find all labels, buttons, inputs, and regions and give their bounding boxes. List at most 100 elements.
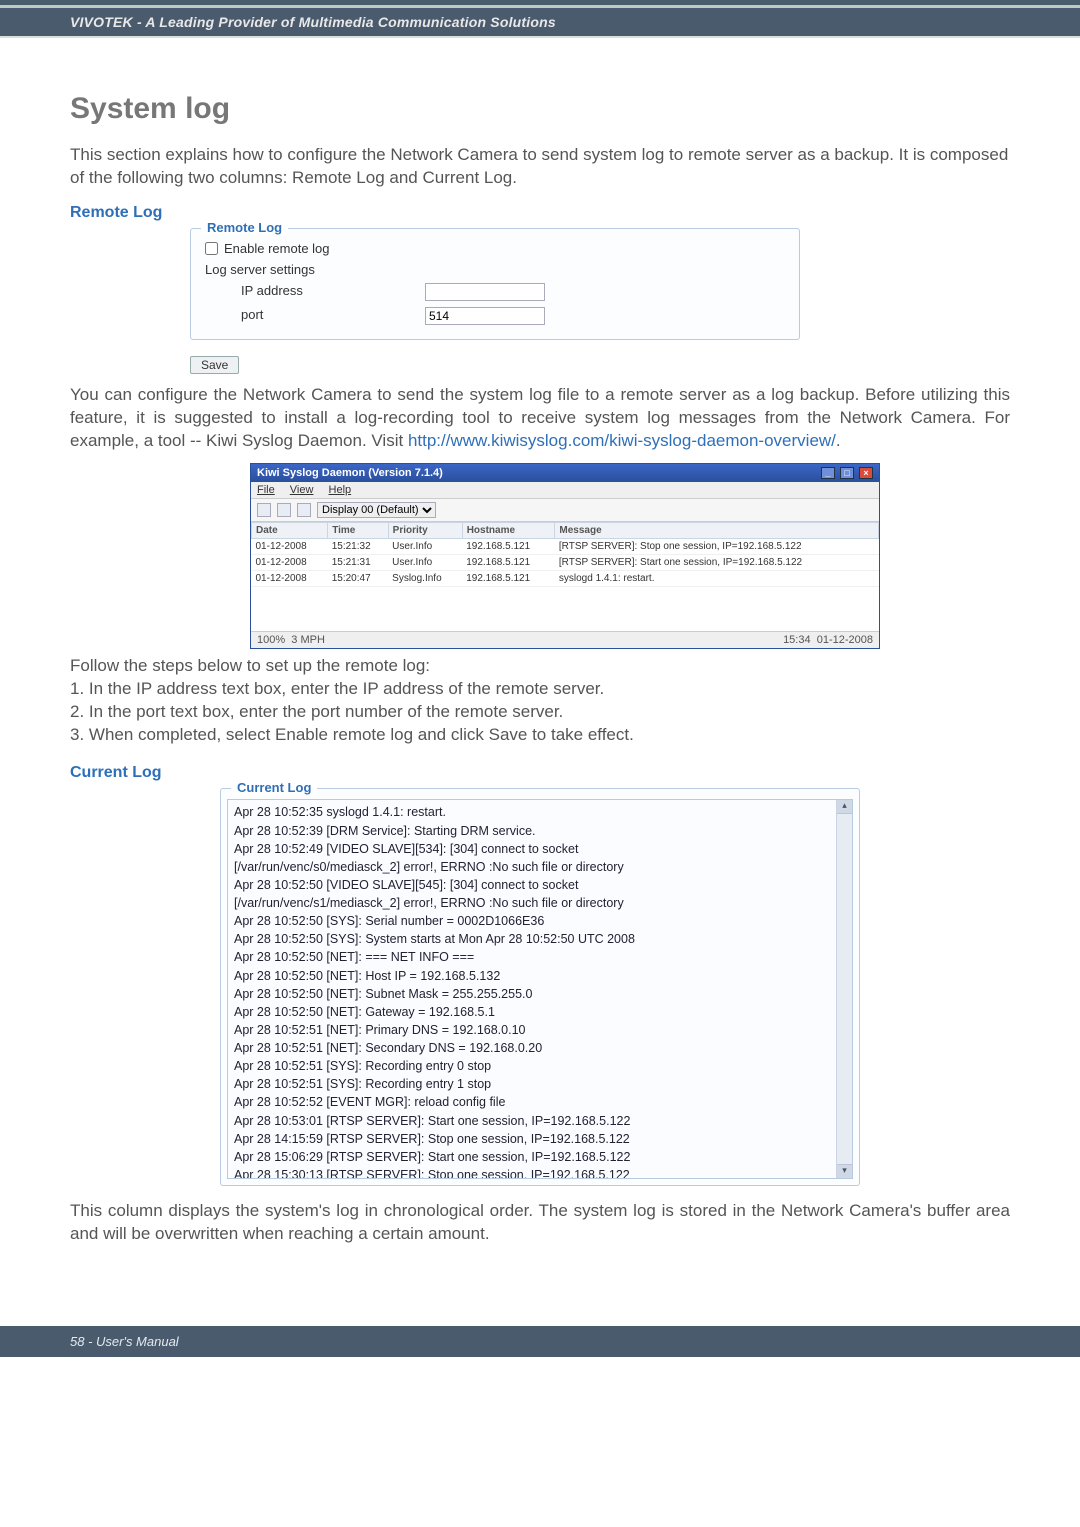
log-server-settings-label: Log server settings [205, 262, 425, 277]
ip-address-input[interactable] [425, 283, 545, 301]
current-log-description: This column displays the system's log in… [70, 1200, 1010, 1246]
cell: syslogd 1.4.1: restart. [555, 570, 879, 586]
toolbar-icon-2[interactable] [277, 503, 291, 517]
brand-text: VIVOTEK - A Leading Provider of Multimed… [70, 14, 556, 30]
log-line: Apr 28 15:30:13 [RTSP SERVER]: Stop one … [234, 1166, 846, 1180]
remote-log-legend: Remote Log [201, 220, 288, 235]
enable-remote-log-checkbox[interactable] [205, 242, 218, 255]
log-line: Apr 28 10:52:51 [SYS]: Recording entry 0… [234, 1057, 846, 1075]
current-log-heading: Current Log [70, 764, 1010, 782]
status-mid: 3 MPH [291, 634, 325, 646]
footer-text: 58 - User's Manual [70, 1334, 179, 1349]
toolbar-icon-1[interactable] [257, 503, 271, 517]
kiwi-table: Date Time Priority Hostname Message 01-1… [251, 522, 879, 587]
current-log-box: Apr 28 10:52:35 syslogd 1.4.1: restart.A… [227, 799, 853, 1179]
log-line: Apr 28 10:52:50 [SYS]: System starts at … [234, 930, 846, 948]
log-line: Apr 28 10:52:52 [EVENT MGR]: reload conf… [234, 1093, 846, 1111]
remote-log-panel: Remote Log Enable remote log Log server … [190, 228, 800, 340]
col-date: Date [252, 522, 328, 538]
step-1: 1. In the IP address text box, enter the… [70, 678, 1010, 701]
kiwi-body: Date Time Priority Hostname Message 01-1… [251, 522, 879, 632]
steps-block: Follow the steps below to set up the rem… [70, 655, 1010, 747]
current-log-fieldset: Current Log Apr 28 10:52:35 syslogd 1.4.… [220, 788, 860, 1186]
table-row: 01-12-2008 15:21:32 User.Info 192.168.5.… [252, 538, 879, 554]
log-line: Apr 28 10:52:49 [VIDEO SLAVE][534]: [304… [234, 840, 846, 858]
log-line: [/var/run/venc/s1/mediasck_2] error!, ER… [234, 894, 846, 912]
cell: Syslog.Info [388, 570, 462, 586]
menu-help[interactable]: Help [329, 484, 352, 496]
current-log-panel: Current Log Apr 28 10:52:35 syslogd 1.4.… [220, 788, 860, 1186]
minimize-icon[interactable]: _ [821, 467, 835, 479]
table-row: 01-12-2008 15:20:47 Syslog.Info 192.168.… [252, 570, 879, 586]
close-icon[interactable]: × [859, 467, 873, 479]
log-line: Apr 28 10:52:50 [VIDEO SLAVE][545]: [304… [234, 876, 846, 894]
kiwi-statusbar: 100% 3 MPH 15:34 01-12-2008 [251, 632, 879, 648]
kiwi-link[interactable]: http://www.kiwisyslog.com/kiwi-syslog-da… [408, 431, 836, 450]
log-line: Apr 28 10:52:51 [NET]: Secondary DNS = 1… [234, 1039, 846, 1057]
scroll-up-icon[interactable]: ▴ [837, 800, 852, 814]
log-line: Apr 28 10:52:50 [SYS]: Serial number = 0… [234, 912, 846, 930]
steps-intro: Follow the steps below to set up the rem… [70, 655, 1010, 678]
menu-file[interactable]: File [257, 484, 275, 496]
log-line: Apr 28 10:53:01 [RTSP SERVER]: Start one… [234, 1112, 846, 1130]
enable-remote-log-row: Enable remote log [205, 241, 425, 256]
cell: [RTSP SERVER]: Stop one session, IP=192.… [555, 538, 879, 554]
cell: 15:21:31 [328, 554, 388, 570]
col-time: Time [328, 522, 388, 538]
log-line: Apr 28 10:52:50 [NET]: Host IP = 192.168… [234, 967, 846, 985]
col-priority: Priority [388, 522, 462, 538]
cell: 192.168.5.121 [462, 538, 555, 554]
cell: 01-12-2008 [252, 570, 328, 586]
current-log-lines: Apr 28 10:52:35 syslogd 1.4.1: restart.A… [228, 800, 852, 1179]
intro-paragraph: This section explains how to configure t… [70, 144, 1010, 190]
ip-address-label: IP address [205, 283, 425, 301]
log-line: Apr 28 14:15:59 [RTSP SERVER]: Stop one … [234, 1130, 846, 1148]
kiwi-toolbar: Display 00 (Default) [251, 499, 879, 522]
col-message: Message [555, 522, 879, 538]
cell: [RTSP SERVER]: Start one session, IP=192… [555, 554, 879, 570]
log-line: Apr 28 10:52:50 [NET]: Gateway = 192.168… [234, 1003, 846, 1021]
log-line: Apr 28 10:52:51 [NET]: Primary DNS = 192… [234, 1021, 846, 1039]
display-select[interactable]: Display 00 (Default) [317, 502, 436, 518]
remote-log-description: You can configure the Network Camera to … [70, 384, 1010, 453]
kiwi-syslog-window: Kiwi Syslog Daemon (Version 7.1.4) _ □ ×… [250, 463, 880, 649]
maximize-icon[interactable]: □ [840, 467, 854, 479]
cell: User.Info [388, 554, 462, 570]
page-title: System log [70, 92, 1010, 126]
port-input[interactable] [425, 307, 545, 325]
kiwi-titlebar: Kiwi Syslog Daemon (Version 7.1.4) _ □ × [251, 464, 879, 482]
scrollbar[interactable]: ▴ ▾ [836, 800, 852, 1178]
log-line: Apr 28 10:52:35 syslogd 1.4.1: restart. [234, 803, 846, 821]
kiwi-title-text: Kiwi Syslog Daemon (Version 7.1.4) [257, 467, 443, 479]
step-2: 2. In the port text box, enter the port … [70, 701, 1010, 724]
log-line: Apr 28 10:52:50 [NET]: === NET INFO === [234, 948, 846, 966]
scroll-down-icon[interactable]: ▾ [837, 1164, 852, 1178]
page-header: VIVOTEK - A Leading Provider of Multimed… [0, 8, 1080, 36]
current-log-legend: Current Log [231, 780, 317, 795]
status-time: 15:34 [783, 634, 811, 646]
status-left: 100% [257, 634, 285, 646]
save-button[interactable]: Save [190, 356, 239, 374]
menu-view[interactable]: View [290, 484, 314, 496]
cell: 15:20:47 [328, 570, 388, 586]
cell: 192.168.5.121 [462, 554, 555, 570]
log-line: [/var/run/venc/s0/mediasck_2] error!, ER… [234, 858, 846, 876]
cell: 01-12-2008 [252, 538, 328, 554]
enable-remote-log-label: Enable remote log [224, 241, 330, 256]
window-buttons: _ □ × [819, 467, 873, 479]
header-gap [0, 36, 1080, 62]
log-line: Apr 28 10:52:39 [DRM Service]: Starting … [234, 822, 846, 840]
col-hostname: Hostname [462, 522, 555, 538]
port-label: port [205, 307, 425, 325]
cell: User.Info [388, 538, 462, 554]
page-content: System log This section explains how to … [0, 62, 1080, 1296]
toolbar-icon-3[interactable] [297, 503, 311, 517]
top-accent [0, 0, 1080, 8]
table-row: 01-12-2008 15:21:31 User.Info 192.168.5.… [252, 554, 879, 570]
remote-log-fieldset: Remote Log Enable remote log Log server … [190, 228, 800, 340]
log-line: Apr 28 10:52:50 [NET]: Subnet Mask = 255… [234, 985, 846, 1003]
cell: 15:21:32 [328, 538, 388, 554]
cell: 192.168.5.121 [462, 570, 555, 586]
remote-desc-part2: . [836, 431, 841, 450]
log-line: Apr 28 10:52:51 [SYS]: Recording entry 1… [234, 1075, 846, 1093]
